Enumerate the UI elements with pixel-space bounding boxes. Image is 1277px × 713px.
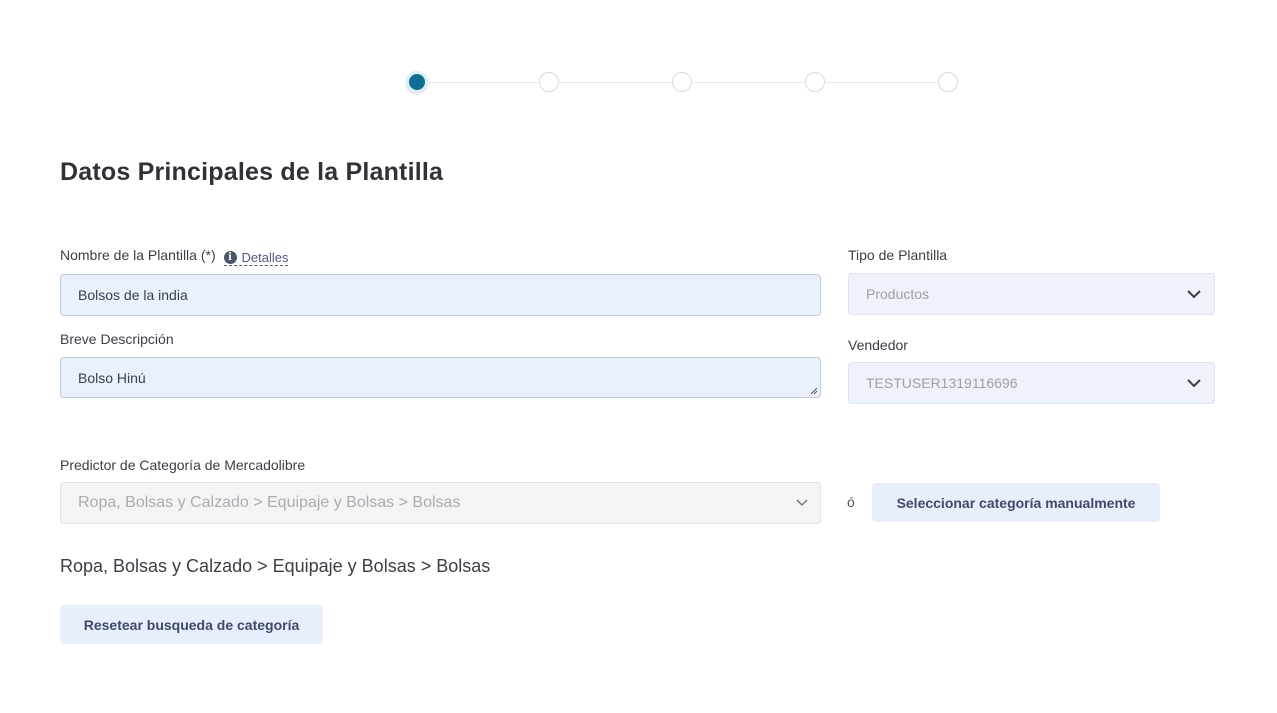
template-type-value: Productos bbox=[866, 286, 930, 302]
step-3[interactable] bbox=[672, 72, 692, 92]
details-link[interactable]: i Detalles bbox=[223, 250, 289, 266]
seller-select[interactable]: TESTUSER1319116696 bbox=[848, 362, 1215, 404]
short-description-value: Bolso Hinú bbox=[78, 369, 146, 386]
chevron-down-icon bbox=[1187, 290, 1201, 299]
details-link-text: Detalles bbox=[241, 250, 289, 265]
template-type-select[interactable]: Productos bbox=[848, 273, 1215, 315]
progress-stepper bbox=[406, 71, 960, 94]
step-2[interactable] bbox=[539, 72, 559, 92]
template-type-label: Tipo de Plantilla bbox=[848, 247, 948, 263]
seller-label: Vendedor bbox=[848, 337, 908, 353]
template-name-label-text: Nombre de la Plantilla (*) bbox=[60, 247, 216, 263]
template-form-page: Datos Principales de la Plantilla Nombre… bbox=[0, 0, 1277, 713]
selected-category-path: Ropa, Bolsas y Calzado > Equipaje y Bols… bbox=[60, 556, 491, 576]
page-title: Datos Principales de la Plantilla bbox=[60, 158, 444, 186]
template-name-input[interactable]: Bolsos de la india bbox=[60, 274, 821, 316]
resize-handle-icon[interactable] bbox=[810, 387, 818, 395]
select-category-manually-button[interactable]: Seleccionar categoría manualmente bbox=[872, 483, 1160, 522]
category-predictor-value: Ropa, Bolsas y Calzado > Equipaje y Bols… bbox=[78, 494, 461, 511]
reset-category-search-button[interactable]: Resetear busqueda de categoría bbox=[60, 605, 323, 644]
template-name-value: Bolsos de la india bbox=[78, 287, 188, 303]
chevron-down-icon bbox=[796, 499, 808, 507]
step-4[interactable] bbox=[805, 72, 825, 92]
short-description-textarea[interactable]: Bolso Hinú bbox=[60, 357, 821, 398]
template-name-label: Nombre de la Plantilla (*) i Detalles bbox=[60, 247, 289, 266]
category-predictor-label: Predictor de Categoría de Mercadolibre bbox=[60, 457, 306, 473]
info-icon: i bbox=[223, 251, 237, 264]
step-5[interactable] bbox=[938, 72, 958, 92]
chevron-down-icon bbox=[1187, 379, 1201, 388]
seller-value: TESTUSER1319116696 bbox=[866, 375, 1018, 391]
short-description-label: Breve Descripción bbox=[60, 331, 174, 347]
category-predictor-select[interactable]: Ropa, Bolsas y Calzado > Equipaje y Bols… bbox=[60, 482, 821, 524]
step-1[interactable] bbox=[406, 71, 428, 93]
or-text: ó bbox=[847, 494, 855, 510]
